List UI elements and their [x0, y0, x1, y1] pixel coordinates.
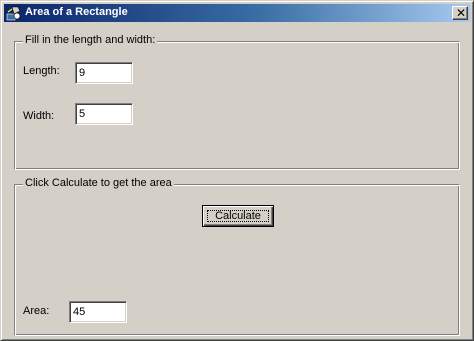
- area-label: Area:: [23, 305, 50, 317]
- area-output[interactable]: [69, 301, 127, 323]
- title-bar[interactable]: Area of a Rectangle ✕: [4, 4, 470, 22]
- window-title: Area of a Rectangle: [25, 6, 128, 18]
- close-icon: ✕: [456, 6, 467, 20]
- app-window: Area of a Rectangle ✕ Fill in the length…: [0, 0, 474, 341]
- calculate-button[interactable]: Calculate: [202, 205, 274, 227]
- calculate-button-label: Calculate: [215, 210, 261, 222]
- length-label: Length:: [23, 65, 60, 77]
- result-group-legend: Click Calculate to get the area: [23, 177, 174, 189]
- app-icon: [6, 6, 21, 21]
- length-input[interactable]: [75, 62, 133, 84]
- width-label: Width:: [23, 110, 55, 122]
- input-group-legend: Fill in the length and width:: [23, 34, 158, 46]
- close-button[interactable]: ✕: [452, 6, 468, 20]
- width-input[interactable]: [75, 103, 133, 125]
